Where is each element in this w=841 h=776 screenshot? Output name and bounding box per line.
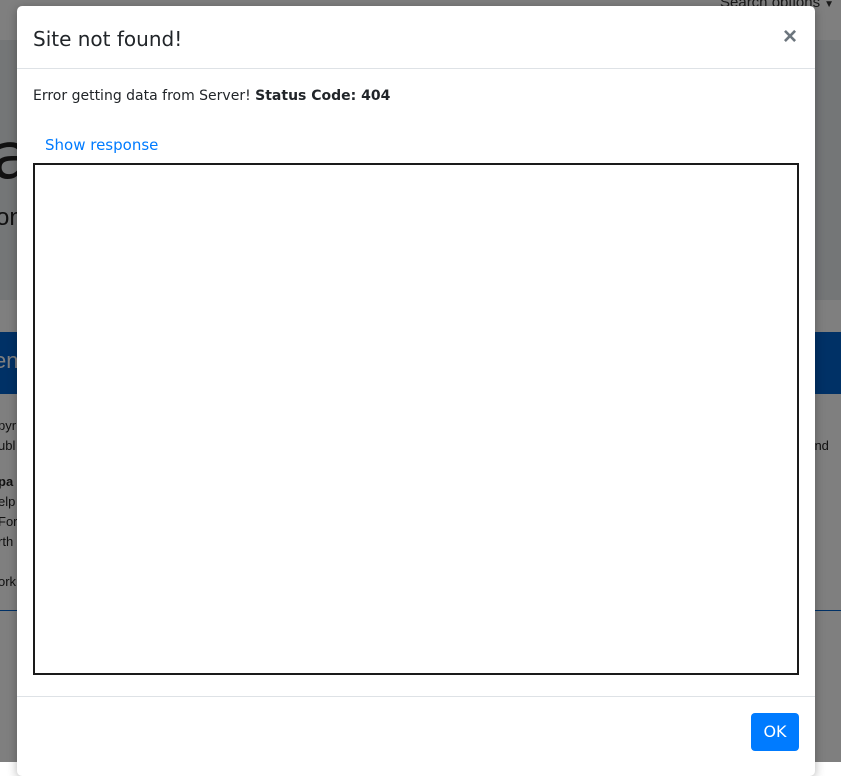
- ok-button[interactable]: OK: [751, 713, 799, 751]
- close-button[interactable]: ×: [777, 22, 803, 52]
- close-icon: ×: [782, 23, 797, 50]
- dialog-title: Site not found!: [33, 27, 183, 51]
- error-text: Error getting data from Server!: [33, 88, 251, 104]
- dialog-footer-divider: [17, 696, 815, 697]
- response-frame[interactable]: [33, 163, 799, 675]
- error-message: Error getting data from Server! Status C…: [33, 88, 390, 104]
- show-response-link[interactable]: Show response: [45, 136, 158, 154]
- dialog-header: Site not found! ×: [17, 6, 815, 69]
- error-dialog: Site not found! × Error getting data fro…: [17, 6, 815, 776]
- status-code: Status Code: 404: [255, 88, 391, 104]
